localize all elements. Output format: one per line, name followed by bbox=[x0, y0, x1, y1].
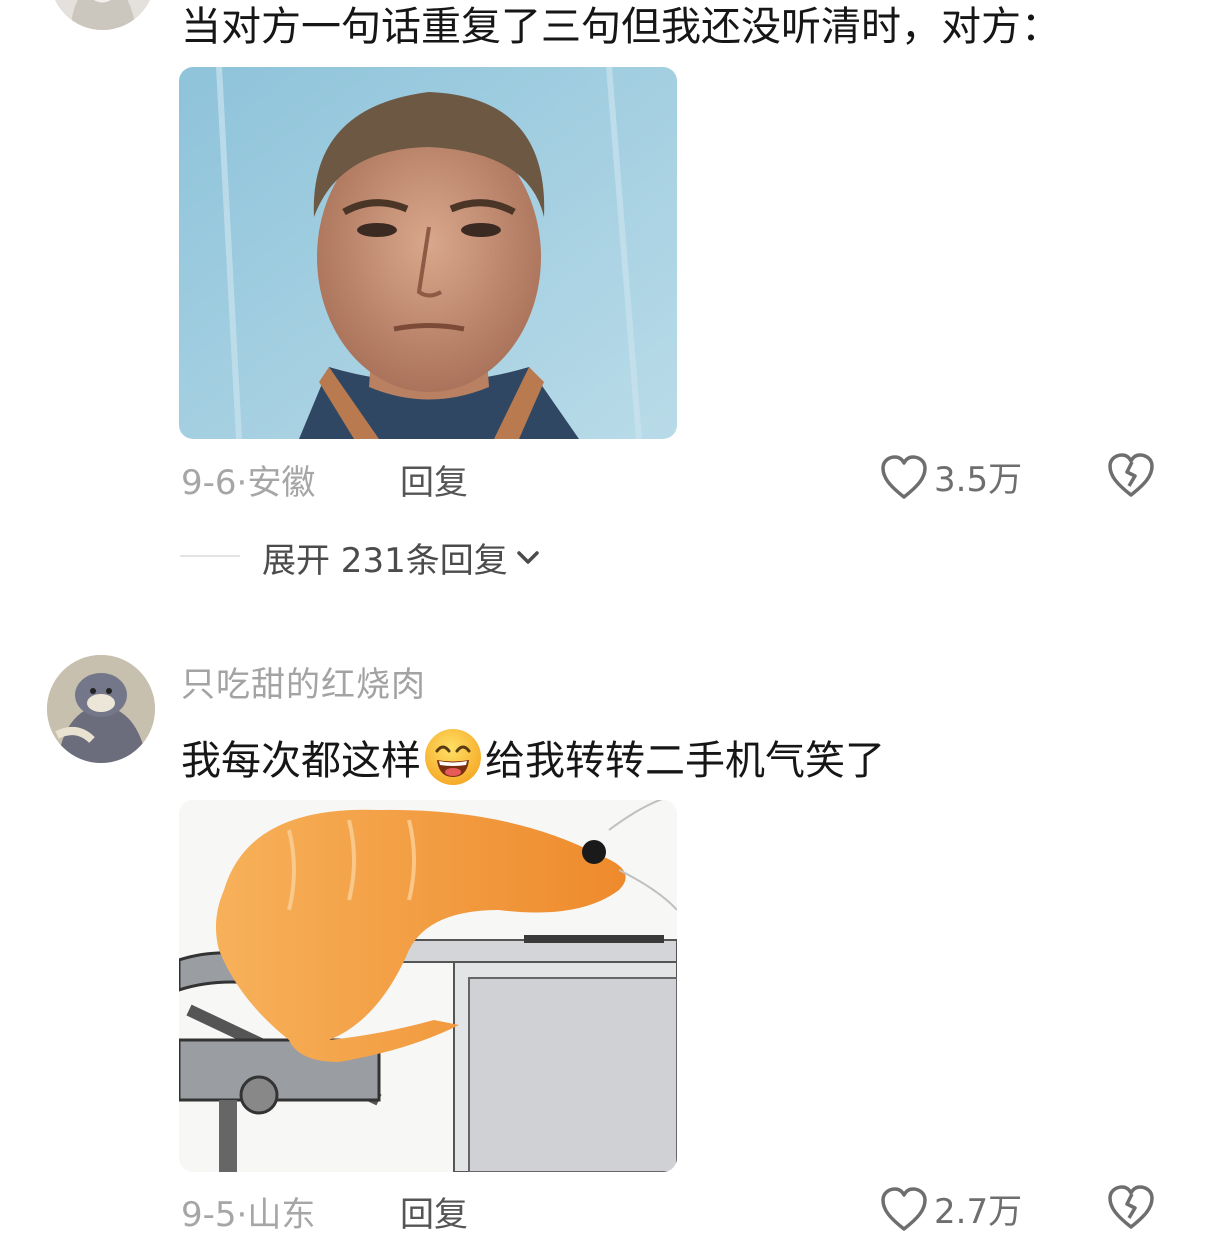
user-avatar[interactable] bbox=[50, 0, 155, 30]
heart-icon bbox=[880, 454, 928, 500]
divider-line bbox=[180, 555, 240, 557]
comment-location: 安徽 bbox=[247, 463, 316, 503]
comment-date: 9-5 bbox=[181, 1195, 237, 1235]
broken-heart-icon bbox=[1107, 452, 1155, 498]
like-button[interactable]: 3.5万 bbox=[880, 452, 1022, 501]
comment-text-part: 给我转转二手机气笑了 bbox=[485, 738, 885, 784]
broken-heart-icon bbox=[1107, 1184, 1155, 1230]
grinning-emoji-icon bbox=[423, 727, 483, 787]
comment-location: 山东 bbox=[247, 1195, 316, 1235]
chevron-down-icon bbox=[516, 550, 540, 566]
comment-meta: 9-5·山东 bbox=[181, 1187, 315, 1236]
dislike-button[interactable] bbox=[1107, 452, 1155, 498]
comment-image[interactable] bbox=[179, 800, 677, 1172]
comment-date: 9-6 bbox=[181, 463, 237, 503]
heart-icon bbox=[880, 1186, 928, 1232]
expand-replies-label: 展开 231条回复 bbox=[262, 541, 508, 581]
like-button[interactable]: 2.7万 bbox=[880, 1184, 1022, 1233]
username[interactable]: 只吃甜的红烧肉 bbox=[181, 657, 426, 706]
reply-button[interactable]: 回复 bbox=[400, 1187, 468, 1236]
comment-image[interactable] bbox=[179, 67, 677, 439]
expand-replies-button[interactable]: 展开 231条回复 bbox=[262, 533, 540, 582]
user-avatar[interactable] bbox=[47, 655, 155, 763]
like-count: 2.7万 bbox=[934, 1192, 1023, 1232]
meta-separator: · bbox=[236, 1195, 248, 1235]
comment-text-part: 我每次都这样 bbox=[181, 738, 421, 784]
comment-text: 当对方一句话重复了三句但我还没听清时，对方： bbox=[181, 4, 1061, 50]
reply-button[interactable]: 回复 bbox=[400, 455, 468, 504]
meta-separator: · bbox=[236, 463, 248, 503]
comment-meta: 9-6·安徽 bbox=[181, 455, 315, 504]
dislike-button[interactable] bbox=[1107, 1184, 1155, 1230]
like-count: 3.5万 bbox=[934, 460, 1023, 500]
comment-text: 我每次都这样 给我转转二手机气笑了 bbox=[181, 727, 885, 787]
